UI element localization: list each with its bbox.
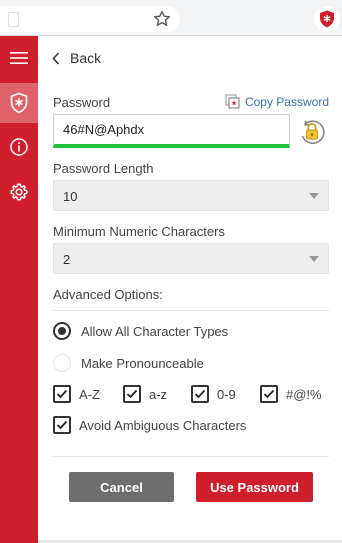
numeric-characters-value: 2 [63, 252, 71, 267]
radio-allow-all-types[interactable]: Allow All Character Types [53, 322, 228, 340]
cancel-button[interactable]: Cancel [69, 472, 174, 502]
checkbox-digits[interactable]: 0-9 [191, 385, 236, 403]
radio-make-pronounceable-label: Make Pronounceable [81, 355, 204, 371]
checkbox-symbols-label: #@!% [286, 386, 322, 402]
radio-checked[interactable] [53, 322, 71, 340]
checkbox[interactable] [260, 385, 278, 403]
checkbox-uppercase-label: A-Z [79, 386, 100, 402]
password-length-value: 10 [63, 189, 78, 204]
copy-password-link[interactable]: Copy Password [225, 94, 329, 109]
checkbox[interactable] [53, 416, 71, 434]
checkbox-avoid-ambiguous-label: Avoid Ambiguous Characters [79, 417, 247, 433]
address-bar-icon [8, 12, 19, 27]
radio-allow-all-types-label: Allow All Character Types [81, 323, 229, 339]
browser-toolbar [0, 0, 342, 36]
sidebar-item-password-generator[interactable] [0, 83, 38, 123]
regenerate-lock-icon[interactable] [296, 116, 328, 148]
info-icon [10, 138, 28, 156]
numeric-characters-select[interactable]: 2 [53, 243, 329, 274]
radio-make-pronounceable[interactable]: Make Pronounceable [53, 354, 204, 372]
star-icon[interactable] [152, 9, 172, 29]
use-password-button[interactable]: Use Password [196, 472, 313, 502]
divider [53, 310, 329, 311]
radio-unchecked[interactable] [53, 354, 71, 372]
password-length-select[interactable]: 10 [53, 180, 329, 211]
checkmark-icon [56, 420, 68, 430]
chevron-left-icon [52, 51, 60, 65]
copy-password-label: Copy Password [244, 94, 329, 109]
divider [53, 456, 329, 457]
back-label: Back [70, 50, 102, 66]
checkbox[interactable] [53, 385, 71, 403]
back-button[interactable]: Back [52, 49, 101, 67]
password-field[interactable] [53, 114, 290, 148]
checkmark-icon [56, 389, 68, 399]
checkbox[interactable] [123, 385, 141, 403]
password-generator-panel: Back Password Copy Password Password Len… [38, 36, 342, 543]
checkbox-lowercase[interactable]: a-z [123, 385, 167, 403]
checkmark-icon [263, 389, 275, 399]
sidebar-menu-button[interactable] [0, 38, 38, 78]
copy-icon [225, 94, 240, 109]
checkbox-lowercase-label: a-z [149, 386, 168, 402]
checkbox-digits-label: 0-9 [217, 386, 236, 402]
sidebar-item-info[interactable] [0, 127, 38, 167]
checkbox[interactable] [191, 385, 209, 403]
shield-asterisk-icon [10, 92, 28, 114]
password-label: Password [53, 95, 111, 110]
chevron-down-icon [309, 256, 319, 262]
chevron-down-icon [309, 193, 319, 199]
sidebar-item-settings[interactable] [0, 172, 38, 212]
checkmark-icon [126, 389, 138, 399]
checkbox-symbols[interactable]: #@!% [260, 385, 322, 403]
advanced-options-label: Advanced Options: [53, 287, 163, 302]
sidebar [0, 36, 38, 543]
hamburger-menu-icon [10, 52, 28, 64]
gear-icon [10, 183, 28, 201]
checkbox-avoid-ambiguous[interactable]: Avoid Ambiguous Characters [53, 416, 246, 434]
checkmark-icon [194, 389, 206, 399]
checkbox-uppercase[interactable]: A-Z [53, 385, 100, 403]
password-length-label: Password Length [53, 161, 154, 176]
numeric-characters-label: Minimum Numeric Characters [53, 224, 225, 239]
extension-shield-icon[interactable] [314, 6, 340, 32]
